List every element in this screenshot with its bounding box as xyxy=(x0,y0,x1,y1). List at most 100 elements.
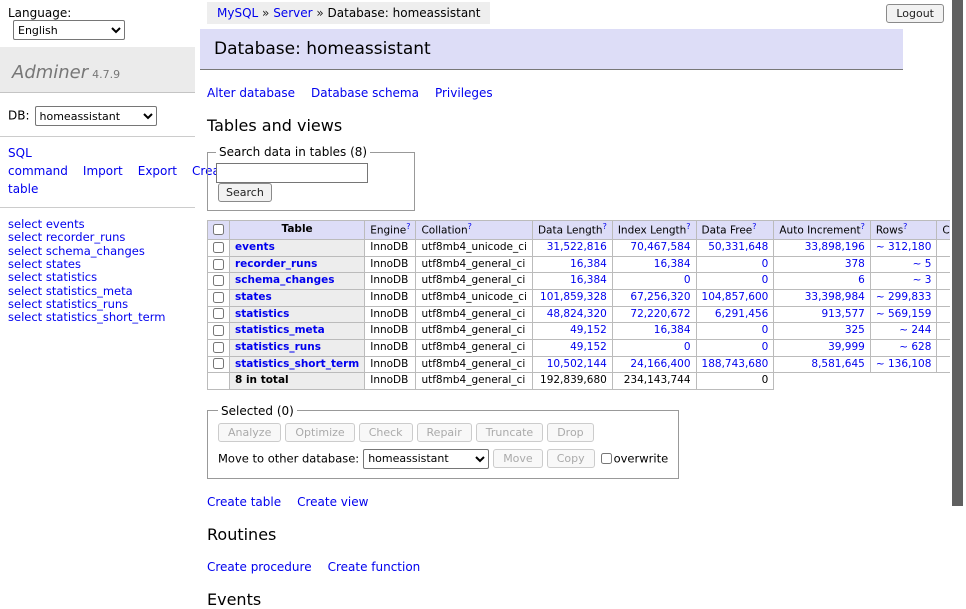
help-link[interactable]: ? xyxy=(468,222,472,231)
copy-button[interactable]: Copy xyxy=(547,449,595,468)
truncate-button[interactable]: Truncate xyxy=(476,423,543,442)
repair-button[interactable]: Repair xyxy=(417,423,472,442)
data-free-link[interactable]: 0 xyxy=(762,324,769,336)
scrollbar[interactable] xyxy=(950,0,966,543)
select-link[interactable]: select xyxy=(8,297,42,311)
sidebar-table-link[interactable]: events xyxy=(46,217,85,231)
help-link[interactable]: ? xyxy=(861,222,865,231)
sidebar-table-link[interactable]: statistics_meta xyxy=(46,284,133,298)
data-length-link[interactable]: 16,384 xyxy=(570,258,607,270)
sidebar-menu-link[interactable]: Import xyxy=(83,164,123,178)
rows-link[interactable]: ~ 3 xyxy=(913,274,932,286)
data-free-link[interactable]: 0 xyxy=(762,274,769,286)
table-name-link[interactable]: schema_changes xyxy=(235,274,335,286)
routine-link[interactable]: Create procedure xyxy=(207,560,312,574)
breadcrumb-link[interactable]: MySQL xyxy=(217,6,258,20)
db-select[interactable]: homeassistant xyxy=(35,106,157,126)
db-action-link[interactable]: Database schema xyxy=(311,86,419,100)
rows-link[interactable]: ~ 5 xyxy=(913,258,932,270)
table-name-link[interactable]: states xyxy=(235,291,272,303)
data-free-link[interactable]: 50,331,648 xyxy=(708,241,768,253)
select-link[interactable]: select xyxy=(8,217,42,231)
logout-button[interactable]: Logout xyxy=(886,4,944,23)
rows-link[interactable]: ~ 299,833 xyxy=(876,291,932,303)
language-select[interactable]: English xyxy=(13,20,125,40)
row-checkbox[interactable] xyxy=(213,308,224,319)
table-name-link[interactable]: recorder_runs xyxy=(235,258,317,270)
rows-link[interactable]: ~ 244 xyxy=(899,324,931,336)
move-button[interactable]: Move xyxy=(493,449,543,468)
data-length-link[interactable]: 101,859,328 xyxy=(540,291,607,303)
data-free-link[interactable]: 0 xyxy=(762,258,769,270)
index-length-link[interactable]: 0 xyxy=(684,274,691,286)
index-length-link[interactable]: 70,467,584 xyxy=(630,241,690,253)
table-name-link[interactable]: statistics xyxy=(235,308,289,320)
index-length-link[interactable]: 16,384 xyxy=(654,258,691,270)
create-link[interactable]: Create table xyxy=(207,495,281,509)
sidebar-table-link[interactable]: statistics_short_term xyxy=(46,310,166,324)
rows-link[interactable]: ~ 312,180 xyxy=(876,241,932,253)
help-link[interactable]: ? xyxy=(686,222,690,231)
table-name-link[interactable]: statistics_short_term xyxy=(235,358,359,370)
routine-link[interactable]: Create function xyxy=(328,560,421,574)
data-length-link[interactable]: 49,152 xyxy=(570,324,607,336)
index-length-link[interactable]: 0 xyxy=(684,341,691,353)
row-checkbox[interactable] xyxy=(213,275,224,286)
table-name-link[interactable]: statistics_runs xyxy=(235,341,321,353)
row-checkbox[interactable] xyxy=(213,342,224,353)
data-free-link[interactable]: 6,291,456 xyxy=(715,308,768,320)
auto-increment-link[interactable]: 8,581,645 xyxy=(811,358,864,370)
data-length-link[interactable]: 49,152 xyxy=(570,341,607,353)
select-link[interactable]: select xyxy=(8,310,42,324)
help-link[interactable]: ? xyxy=(903,222,907,231)
row-checkbox[interactable] xyxy=(213,292,224,303)
sidebar-table-link[interactable]: recorder_runs xyxy=(46,230,126,244)
index-length-link[interactable]: 16,384 xyxy=(654,324,691,336)
overwrite-label[interactable]: overwrite xyxy=(614,451,669,465)
sidebar-table-link[interactable]: statistics_runs xyxy=(46,297,128,311)
data-free-link[interactable]: 0 xyxy=(762,341,769,353)
rows-link[interactable]: ~ 136,108 xyxy=(876,358,932,370)
table-name-link[interactable]: statistics_meta xyxy=(235,324,325,336)
sidebar-table-link[interactable]: schema_changes xyxy=(46,244,145,258)
sidebar-table-link[interactable]: states xyxy=(46,257,81,271)
auto-increment-link[interactable]: 39,999 xyxy=(828,341,865,353)
create-link[interactable]: Create view xyxy=(297,495,368,509)
help-link[interactable]: ? xyxy=(406,222,410,231)
data-free-link[interactable]: 104,857,600 xyxy=(702,291,769,303)
sidebar-table-link[interactable]: statistics xyxy=(46,270,97,284)
breadcrumb-link[interactable]: Server xyxy=(273,6,312,20)
index-length-link[interactable]: 72,220,672 xyxy=(630,308,690,320)
move-db-select[interactable]: homeassistant xyxy=(363,449,489,469)
db-action-link[interactable]: Alter database xyxy=(207,86,295,100)
sidebar-menu-link[interactable]: SQL command xyxy=(8,146,68,178)
auto-increment-link[interactable]: 33,898,196 xyxy=(805,241,865,253)
row-checkbox[interactable] xyxy=(213,259,224,270)
rows-link[interactable]: ~ 569,159 xyxy=(876,308,932,320)
table-name-link[interactable]: events xyxy=(235,241,275,253)
help-link[interactable]: ? xyxy=(603,222,607,231)
sidebar-menu-link[interactable]: Export xyxy=(138,164,177,178)
rows-link[interactable]: ~ 628 xyxy=(899,341,931,353)
search-button[interactable]: Search xyxy=(218,183,272,202)
row-checkbox[interactable] xyxy=(213,325,224,336)
check-button[interactable]: Check xyxy=(359,423,413,442)
select-link[interactable]: select xyxy=(8,270,42,284)
select-link[interactable]: select xyxy=(8,284,42,298)
help-link[interactable]: ? xyxy=(752,222,756,231)
select-all-checkbox[interactable] xyxy=(213,224,224,235)
db-action-link[interactable]: Privileges xyxy=(435,86,493,100)
data-length-link[interactable]: 48,824,320 xyxy=(547,308,607,320)
search-input[interactable] xyxy=(216,163,368,183)
index-length-link[interactable]: 24,166,400 xyxy=(630,358,690,370)
data-free-link[interactable]: 188,743,680 xyxy=(702,358,769,370)
select-link[interactable]: select xyxy=(8,257,42,271)
overwrite-checkbox[interactable] xyxy=(601,453,612,464)
optimize-button[interactable]: Optimize xyxy=(285,423,354,442)
auto-increment-link[interactable]: 913,577 xyxy=(821,308,864,320)
row-checkbox[interactable] xyxy=(213,358,224,369)
select-link[interactable]: select xyxy=(8,244,42,258)
auto-increment-link[interactable]: 325 xyxy=(845,324,865,336)
index-length-link[interactable]: 67,256,320 xyxy=(630,291,690,303)
auto-increment-link[interactable]: 33,398,984 xyxy=(805,291,865,303)
